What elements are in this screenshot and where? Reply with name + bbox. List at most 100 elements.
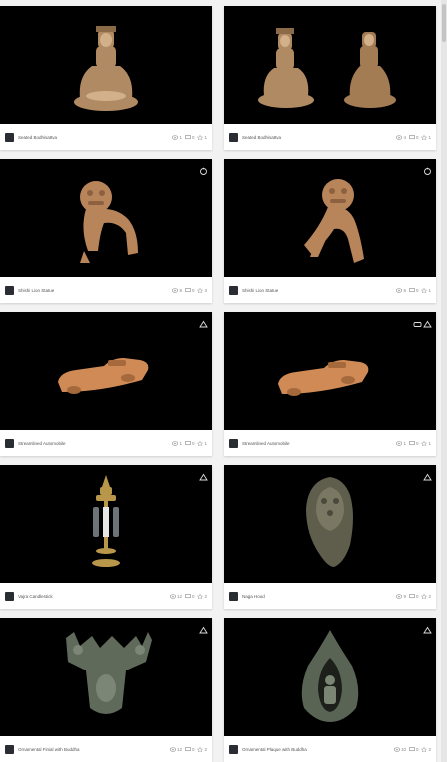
star-icon <box>197 593 204 599</box>
model-card[interactable]: Streamlined Automobile 1 0 1 <box>0 312 212 456</box>
model-thumbnail[interactable] <box>224 618 436 736</box>
comment-count: 0 <box>191 593 195 599</box>
author-avatar[interactable] <box>229 744 238 754</box>
model-card[interactable]: Vajra Candlestick 12 0 2 <box>0 465 212 609</box>
model-thumbnail[interactable] <box>224 6 436 124</box>
comment-count: 0 <box>415 593 419 599</box>
author-avatar[interactable] <box>5 591 14 601</box>
comment-icon <box>409 593 415 598</box>
card-footer: Shishi Lion Statue 5 0 1 <box>224 277 436 303</box>
card-footer: Seated Bodhisattva 1 0 1 <box>0 124 212 150</box>
comment-count: 0 <box>415 134 419 140</box>
card-footer: Naga Hood 9 0 2 <box>224 583 436 609</box>
author-avatar[interactable] <box>5 285 14 295</box>
eye-icon <box>396 593 403 599</box>
view-count: 4 <box>403 134 406 140</box>
model-card[interactable]: Shishi Lion Statue 8 0 3 <box>0 159 212 303</box>
author-avatar[interactable] <box>229 132 238 142</box>
comment-icon <box>185 593 191 598</box>
naga-hood-image <box>306 477 353 567</box>
bronze-arch-image <box>301 630 359 722</box>
star-icon <box>421 440 428 446</box>
star-icon <box>197 440 204 446</box>
view-count: 5 <box>403 287 406 293</box>
model-thumbnail[interactable] <box>0 618 212 736</box>
comment-count: 0 <box>191 134 195 140</box>
vajra-candlestick-image <box>92 475 120 567</box>
model-title[interactable]: Naga Hood <box>242 594 396 599</box>
bodhisattva-pair-image <box>258 28 396 108</box>
comment-count: 0 <box>191 440 195 446</box>
card-footer: Ornamental Plaque with Buddha 10 0 2 <box>224 736 436 762</box>
wooden-car-image <box>58 358 149 394</box>
eye-icon <box>172 287 179 293</box>
star-icon <box>197 134 204 140</box>
comment-count: 0 <box>415 287 419 293</box>
author-avatar[interactable] <box>229 285 238 295</box>
model-thumbnail[interactable] <box>0 6 212 124</box>
like-count: 2 <box>204 593 207 599</box>
view-count: 9 <box>403 593 406 599</box>
star-icon <box>197 287 204 293</box>
card-footer: Shishi Lion Statue 8 0 3 <box>0 277 212 303</box>
like-count: 1 <box>428 440 431 446</box>
view-count: 12 <box>176 746 182 752</box>
model-title[interactable]: Ornamental Finial with Buddha <box>18 747 170 752</box>
model-card[interactable]: Ornamental Plaque with Buddha 10 0 2 <box>224 618 436 762</box>
card-footer: Ornamental Finial with Buddha 12 0 2 <box>0 736 212 762</box>
model-grid: Seated Bodhisattva 1 0 1 Seated Bodhisat… <box>0 0 447 762</box>
eye-icon <box>169 746 176 752</box>
model-card[interactable]: Seated Bodhisattva 1 0 1 <box>0 6 212 150</box>
model-title[interactable]: Streamlined Automobile <box>242 441 396 446</box>
model-title[interactable]: Vajra Candlestick <box>18 594 170 599</box>
view-count: 1 <box>403 440 406 446</box>
model-thumbnail[interactable] <box>0 465 212 583</box>
model-card[interactable]: Ornamental Finial with Buddha 12 0 2 <box>0 618 212 762</box>
model-title[interactable]: Ornamental Plaque with Buddha <box>242 747 394 752</box>
eye-icon <box>393 746 400 752</box>
model-thumbnail[interactable] <box>224 465 436 583</box>
star-icon <box>421 593 428 599</box>
model-thumbnail[interactable] <box>0 312 212 430</box>
eye-icon <box>172 440 179 446</box>
card-footer: Seated Bodhisattva 4 0 1 <box>224 124 436 150</box>
like-count: 2 <box>428 593 431 599</box>
model-thumbnail[interactable] <box>0 159 212 277</box>
eye-icon <box>396 287 403 293</box>
model-title[interactable]: Shishi Lion Statue <box>242 288 396 293</box>
model-card[interactable]: Naga Hood 9 0 2 <box>224 465 436 609</box>
comment-count: 0 <box>415 440 419 446</box>
comment-icon <box>409 746 415 751</box>
model-title[interactable]: Shishi Lion Statue <box>18 288 172 293</box>
comment-count: 0 <box>191 746 195 752</box>
shishi-lion-image <box>80 181 138 263</box>
like-count: 1 <box>204 440 207 446</box>
model-thumbnail[interactable] <box>224 159 436 277</box>
vertical-scrollbar[interactable] <box>441 0 447 762</box>
like-count: 1 <box>428 287 431 293</box>
like-count: 1 <box>204 134 207 140</box>
card-footer: Streamlined Automobile 1 0 1 <box>224 430 436 456</box>
author-avatar[interactable] <box>229 438 238 448</box>
view-count: 1 <box>179 440 182 446</box>
model-title[interactable]: Streamlined Automobile <box>18 441 172 446</box>
model-card[interactable]: Shishi Lion Statue 5 0 1 <box>224 159 436 303</box>
scrollbar-thumb[interactable] <box>442 4 446 42</box>
author-avatar[interactable] <box>5 132 14 142</box>
view-count: 1 <box>179 134 182 140</box>
author-avatar[interactable] <box>5 744 14 754</box>
model-card[interactable]: Seated Bodhisattva 4 0 1 <box>224 6 436 150</box>
model-card[interactable]: Streamlined Automobile 1 0 1 <box>224 312 436 456</box>
view-count: 12 <box>176 593 182 599</box>
model-thumbnail[interactable] <box>224 312 436 430</box>
bronze-finial-image <box>66 632 152 714</box>
comment-icon <box>409 440 415 445</box>
model-title[interactable]: Seated Bodhisattva <box>242 135 396 140</box>
author-avatar[interactable] <box>5 438 14 448</box>
view-count: 8 <box>179 287 182 293</box>
star-icon <box>421 746 428 752</box>
author-avatar[interactable] <box>229 591 238 601</box>
model-title[interactable]: Seated Bodhisattva <box>18 135 172 140</box>
like-count: 3 <box>204 287 207 293</box>
shishi-lion-image <box>304 179 364 263</box>
